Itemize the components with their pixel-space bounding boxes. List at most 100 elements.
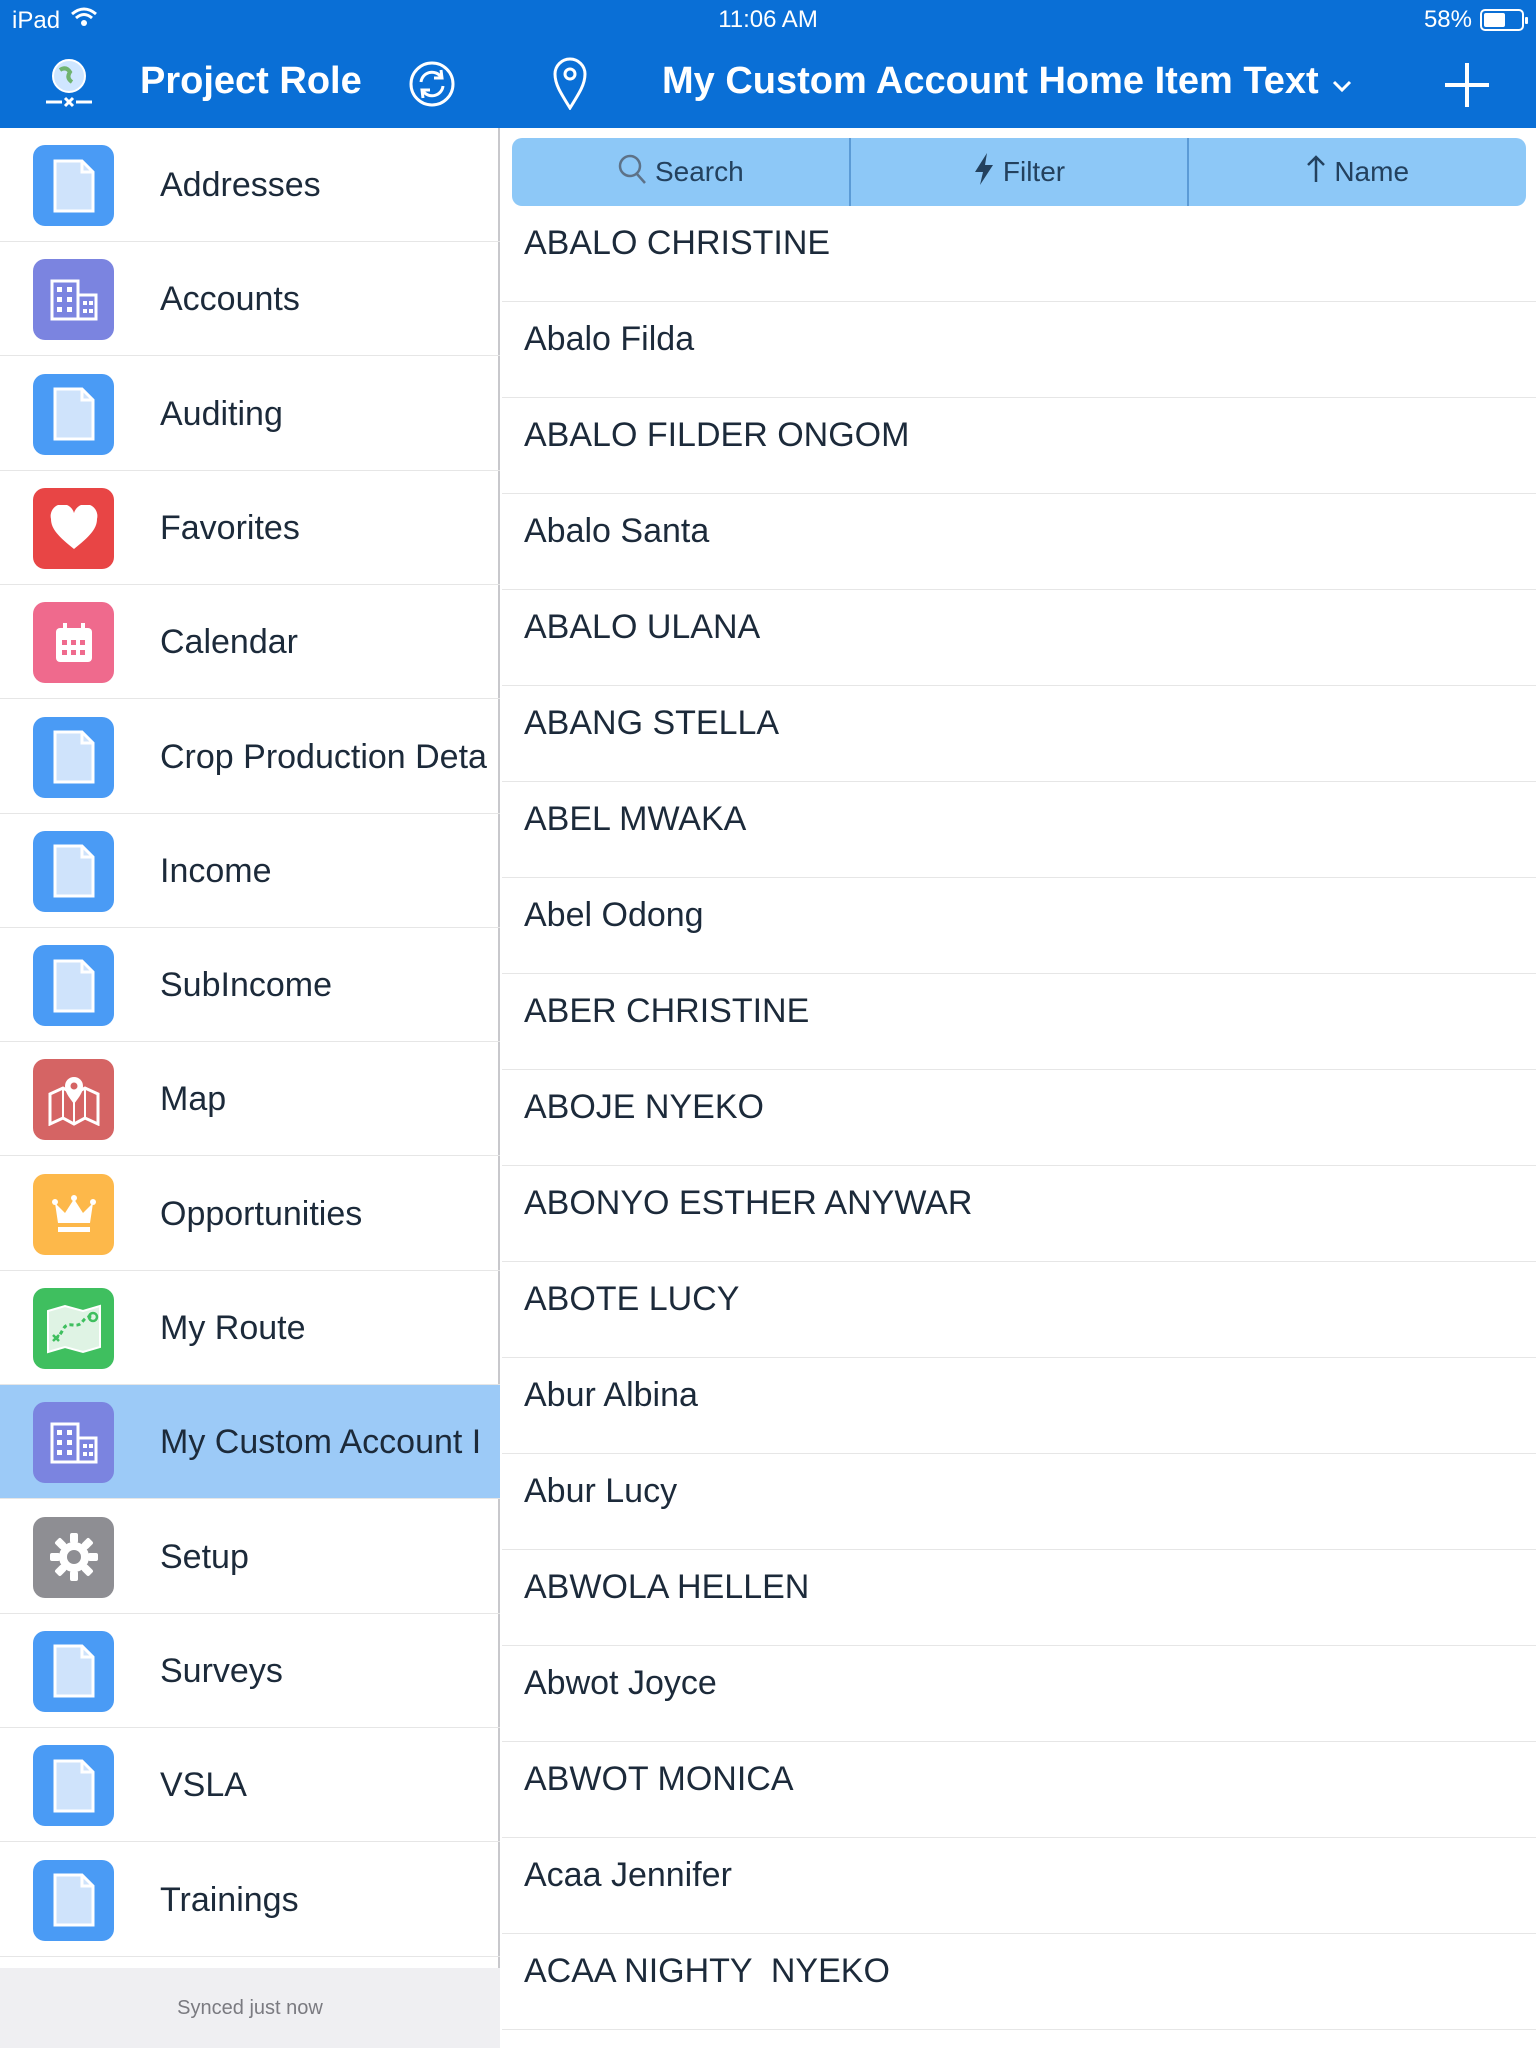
sidebar-item-my-custom-account-i[interactable]: My Custom Account I	[0, 1385, 500, 1500]
sidebar: Addresses Accounts Auditing Favorites Calend…	[0, 128, 500, 2048]
list-item-name: ABALO ULANA	[524, 608, 761, 646]
list-item-name: ACAA NIGHTY NYEKO	[524, 1952, 890, 1990]
sidebar-item-label: Crop Production Deta	[160, 737, 487, 776]
document-icon	[33, 1630, 114, 1712]
sidebar-item-vsla[interactable]: VSLA	[0, 1728, 500, 1843]
search-label: Search	[654, 156, 744, 187]
arrow-up-icon	[1306, 154, 1326, 191]
filter-button[interactable]: Filter	[851, 138, 1190, 206]
sidebar-item-map[interactable]: Map	[0, 1042, 500, 1157]
list-item[interactable]: Abel Odong	[502, 878, 1536, 974]
list-item[interactable]: ABWOT MONICA	[502, 1742, 1536, 1838]
list-item[interactable]: ABONYO ESTHER ANYWAR	[502, 1166, 1536, 1262]
document-icon	[33, 830, 114, 912]
list-item[interactable]: ABOTE LUCY	[502, 1262, 1536, 1358]
location-pin-icon[interactable]	[552, 56, 588, 110]
main-list-panel: Search Filter Name ABALO CHRISTINE Abalo …	[502, 128, 1536, 2048]
battery-percent: 58%	[1423, 6, 1472, 33]
plus-icon[interactable]	[1442, 60, 1492, 110]
list-toolbar: Search Filter Name	[512, 138, 1526, 206]
list-item-name: ABEL MWAKA	[524, 800, 747, 838]
search-button[interactable]: Search	[512, 138, 851, 206]
sidebar-item-setup[interactable]: Setup	[0, 1500, 500, 1614]
document-icon	[33, 145, 114, 226]
list-item-name: ABANG STELLA	[524, 704, 780, 742]
sync-icon[interactable]	[408, 60, 456, 108]
account-home-title[interactable]: My Custom Account Home Item Text	[662, 60, 1353, 103]
list-item[interactable]: Abalo Filda	[502, 302, 1536, 398]
sidebar-item-label: Setup	[160, 1537, 249, 1576]
sidebar-item-auditing[interactable]: Auditing	[0, 357, 500, 471]
document-icon	[33, 1745, 114, 1827]
sidebar-item-subincome[interactable]: SubIncome	[0, 928, 500, 1043]
sidebar-item-my-route[interactable]: My Route	[0, 1271, 500, 1385]
sort-button[interactable]: Name	[1189, 138, 1526, 206]
list-item-name: Abalo Filda	[524, 320, 695, 358]
sidebar-item-opportunities[interactable]: Opportunities	[0, 1157, 500, 1271]
sidebar-item-trainings[interactable]: Trainings	[0, 1843, 500, 1957]
list-item[interactable]: ABALO FILDER ONGOM	[502, 398, 1536, 494]
gear-icon	[33, 1516, 114, 1598]
list-item[interactable]: Abalo Santa	[502, 494, 1536, 590]
role-title[interactable]: Project Role	[140, 60, 362, 103]
list-item-name: Abur Lucy	[524, 1472, 678, 1510]
status-time: 11:06 AM	[718, 6, 818, 33]
sidebar-item-label: Addresses	[160, 166, 321, 204]
account-home-title-text: My Custom Account Home Item Text	[662, 60, 1319, 102]
list-item[interactable]: ABOJE NYEKO	[502, 1070, 1536, 1166]
list-item-name: ABER CHRISTINE	[524, 992, 810, 1030]
list-item[interactable]: ACAA NIGHTY NYEKO	[502, 1934, 1536, 2030]
sidebar-item-label: My Route	[160, 1309, 306, 1347]
document-icon	[33, 373, 114, 455]
sidebar-item-label: VSLA	[160, 1766, 247, 1805]
sidebar-item-label: Opportunities	[160, 1194, 363, 1233]
list-item-name: Abel Odong	[524, 896, 704, 934]
building-icon	[33, 1402, 114, 1484]
building-icon	[33, 259, 114, 341]
sidebar-item-label: Map	[160, 1080, 227, 1119]
document-icon	[33, 1859, 114, 1941]
list-item[interactable]: ABANG STELLA	[502, 686, 1536, 782]
list-item-name: ABOTE LUCY	[524, 1280, 740, 1318]
sidebar-item-calendar[interactable]: Calendar	[0, 585, 500, 700]
sidebar-item-addresses[interactable]: Addresses	[0, 128, 500, 242]
sidebar-item-label: Trainings	[160, 1880, 299, 1919]
heart-icon	[33, 487, 114, 569]
sidebar-item-surveys[interactable]: Surveys	[0, 1614, 500, 1728]
list-item-name: ABWOLA HELLEN	[524, 1568, 810, 1606]
sidebar-item-label: Income	[160, 851, 272, 890]
list-item-name: Abur Albina	[524, 1376, 698, 1414]
sidebar-item-label: Accounts	[160, 280, 300, 319]
list-item[interactable]: Abwot Joyce	[502, 1646, 1536, 1742]
sidebar-item-label: Auditing	[160, 394, 283, 433]
list-item[interactable]: ABEL MWAKA	[502, 782, 1536, 878]
search-icon	[617, 153, 647, 192]
sidebar-item-accounts[interactable]: Accounts	[0, 242, 500, 357]
list-item-name: ABALO FILDER ONGOM	[524, 416, 910, 454]
globe-icon[interactable]	[40, 56, 98, 112]
sort-label: Name	[1334, 156, 1410, 187]
list-item-name: Acaa Jennifer	[524, 1856, 732, 1894]
battery-icon	[1480, 9, 1528, 31]
list-item-name: ABWOT MONICA	[524, 1760, 794, 1798]
list-item[interactable]: Abur Lucy	[502, 1454, 1536, 1550]
sidebar-item-label: My Custom Account I	[160, 1423, 482, 1462]
sidebar-item-favorites[interactable]: Favorites	[0, 471, 500, 585]
list-item-name: ABOJE NYEKO	[524, 1088, 764, 1126]
header-bar: iPad 11:06 AM 58% Project Role My Custom…	[0, 0, 1536, 128]
list-item-name: Abalo Santa	[524, 512, 710, 550]
list-item[interactable]: ABER CHRISTINE	[502, 974, 1536, 1070]
filter-label: Filter	[1002, 156, 1066, 187]
list-item[interactable]: Acaa Jennifer	[502, 1838, 1536, 1934]
list-item[interactable]: ABALO CHRISTINE	[502, 206, 1536, 302]
list-item[interactable]: ABALO ULANA	[502, 590, 1536, 686]
lightning-icon	[973, 152, 995, 193]
sidebar-item-label: Favorites	[160, 508, 300, 547]
list-item[interactable]: Abur Albina	[502, 1358, 1536, 1454]
sidebar-item-crop-production-deta[interactable]: Crop Production Deta	[0, 700, 500, 814]
sidebar-item-income[interactable]: Income	[0, 814, 500, 928]
list-item-name: ABONYO ESTHER ANYWAR	[524, 1184, 973, 1222]
list-item[interactable]: ABWOLA HELLEN	[502, 1550, 1536, 1646]
sidebar-item-label: Calendar	[160, 623, 298, 662]
list-item-name: Abwot Joyce	[524, 1664, 717, 1702]
